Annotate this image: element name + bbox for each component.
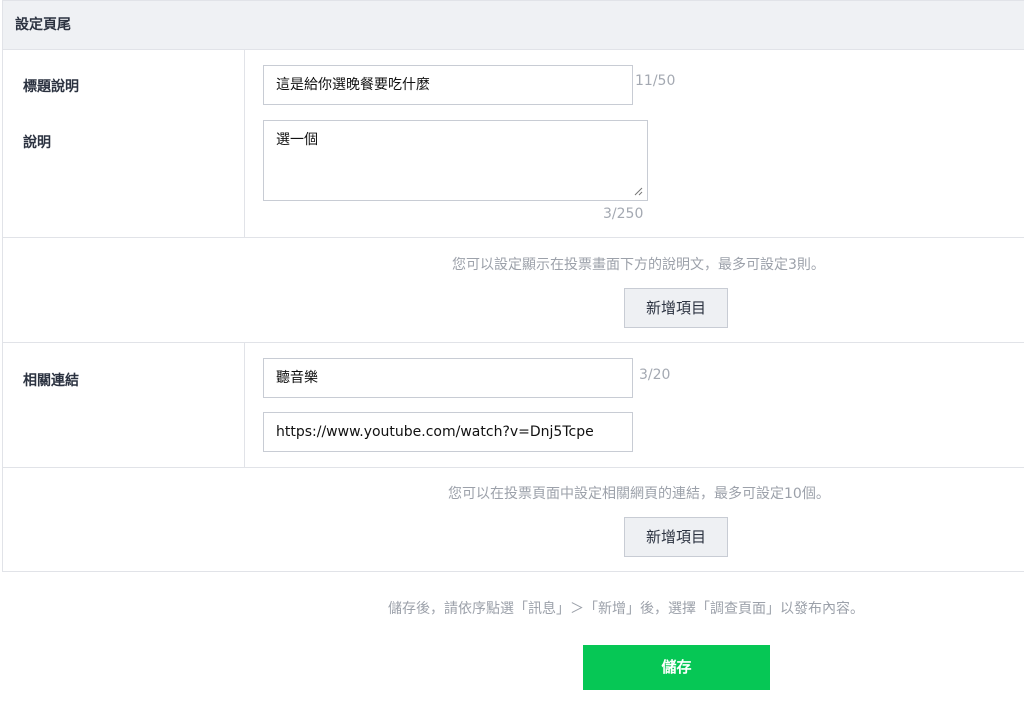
title-char-counter: 11/50 bbox=[635, 73, 676, 89]
links-label: 相關連結 bbox=[23, 373, 79, 389]
description-add-section: 您可以設定顯示在投票畫面下方的說明文，最多可設定3則。 新增項目 bbox=[3, 238, 1024, 343]
title-input[interactable]: 這是給你選晚餐要吃什麼 bbox=[263, 65, 633, 105]
panel-title: 設定頁尾 bbox=[3, 1, 1024, 50]
description-label: 說明 bbox=[23, 135, 51, 151]
footer-settings-panel: 設定頁尾 標題說明 說明 這是給你選晚餐要吃什麼 11/50 選一個 3/250… bbox=[2, 0, 1024, 572]
links-hint: 您可以在投票頁面中設定相關網頁的連結，最多可設定10個。 bbox=[448, 486, 830, 502]
link-title-char-counter: 3/20 bbox=[639, 367, 671, 383]
add-link-button[interactable]: 新增項目 bbox=[624, 517, 728, 557]
label-column: 標題說明 說明 bbox=[3, 49, 245, 237]
description-hint: 您可以設定顯示在投票畫面下方的說明文，最多可設定3則。 bbox=[452, 257, 825, 273]
resize-grip-icon[interactable] bbox=[633, 186, 643, 196]
description-text: 選一個 bbox=[276, 132, 318, 148]
save-button[interactable]: 儲存 bbox=[583, 645, 770, 690]
description-section: 標題說明 說明 這是給你選晚餐要吃什麼 11/50 選一個 3/250 bbox=[3, 49, 1024, 238]
label-column: 相關連結 bbox=[3, 343, 245, 467]
publish-instructions: 儲存後，請依序點選「訊息」＞「新增」後，選擇「調查頁面」以發布內容。 bbox=[388, 601, 864, 617]
link-title-input[interactable]: 聽音樂 bbox=[263, 358, 633, 398]
link-url-input[interactable]: https://www.youtube.com/watch?v=Dnj5Tcpe bbox=[263, 412, 633, 452]
description-textarea[interactable]: 選一個 bbox=[263, 120, 648, 201]
links-add-section: 您可以在投票頁面中設定相關網頁的連結，最多可設定10個。 新增項目 bbox=[3, 468, 1024, 572]
title-label: 標題說明 bbox=[23, 79, 79, 95]
add-description-button[interactable]: 新增項目 bbox=[624, 288, 728, 328]
links-section: 相關連結 聽音樂 3/20 https://www.youtube.com/wa… bbox=[3, 343, 1024, 468]
description-char-counter: 3/250 bbox=[603, 206, 644, 222]
